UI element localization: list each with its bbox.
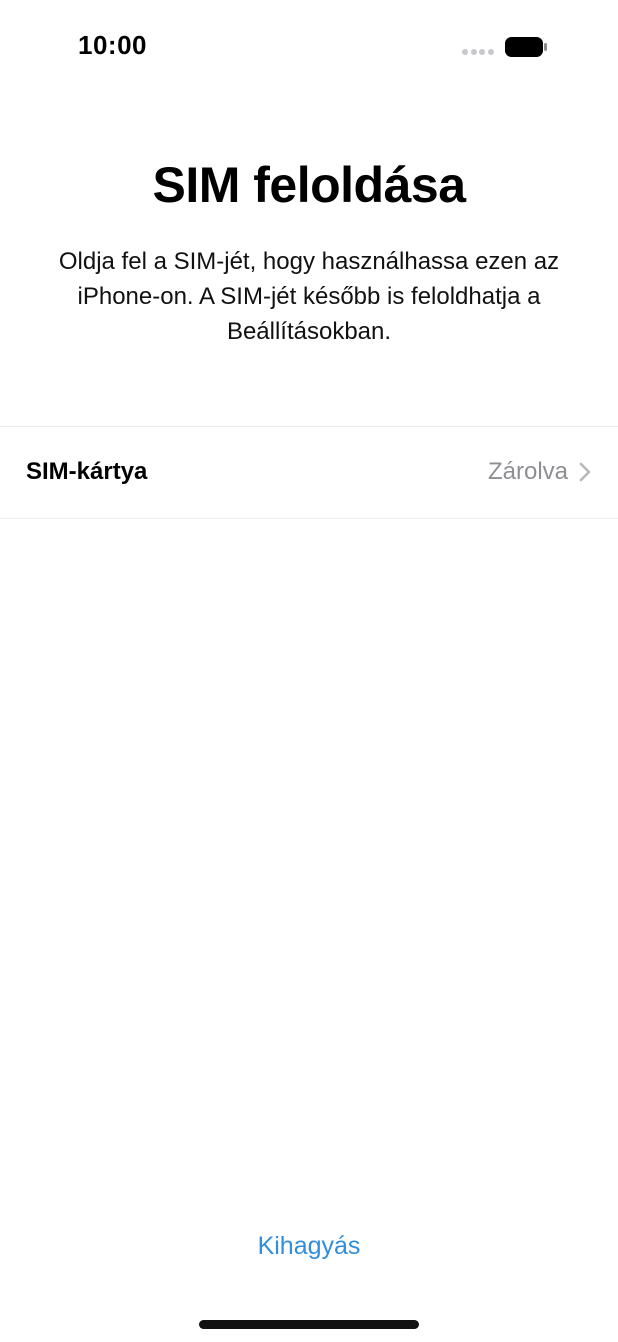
status-time: 10:00	[78, 30, 147, 60]
home-indicator[interactable]	[199, 1320, 419, 1329]
sim-status-value: Zárolva	[487, 458, 568, 485]
page-description: Oldja fel a SIM-jét, hogy használhassa e…	[58, 248, 560, 345]
page-title: SIM feloldása	[152, 157, 466, 213]
chevron-right-icon	[579, 462, 591, 482]
status-bar: 10:00	[0, 0, 618, 92]
skip-button[interactable]: Kihagyás	[209, 1226, 409, 1266]
sim-card-label: SIM-kártya	[26, 458, 148, 485]
cellular-signal-icon	[462, 49, 494, 55]
list-separator-bottom	[0, 518, 618, 519]
sim-card-row[interactable]: SIM-kártya Zárolva	[0, 427, 618, 518]
battery-icon	[505, 37, 547, 57]
